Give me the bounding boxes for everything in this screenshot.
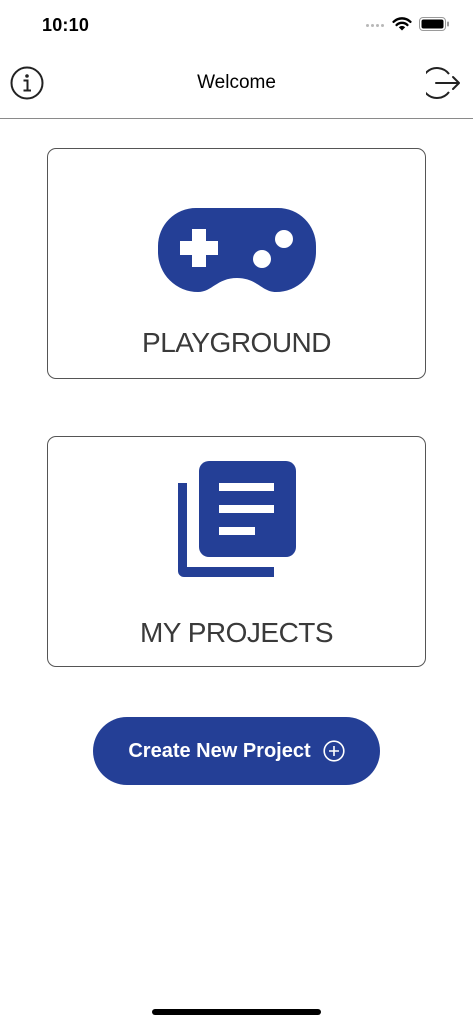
wifi-icon (392, 17, 412, 31)
documents-icon (178, 461, 296, 577)
cellular-signal-icon (366, 24, 384, 27)
status-bar: 10:10 (0, 0, 473, 50)
my-projects-label: MY PROJECTS (139, 617, 334, 648)
battery-icon (419, 17, 449, 31)
create-new-project-label: Create New Project (128, 739, 311, 762)
plus-circle-icon (323, 740, 345, 762)
home-indicator[interactable] (152, 1009, 321, 1015)
playground-card[interactable]: PLAYGROUND (47, 148, 426, 379)
page-title: Welcome (197, 72, 276, 93)
gamepad-icon (158, 208, 316, 292)
create-new-project-button[interactable]: Create New Project (93, 717, 380, 785)
my-projects-card[interactable]: MY PROJECTS (47, 436, 426, 667)
logout-icon[interactable] (426, 66, 462, 100)
playground-label: PLAYGROUND (142, 327, 331, 358)
navigation-bar: Welcome (0, 50, 473, 119)
status-time: 10:10 (42, 15, 90, 35)
